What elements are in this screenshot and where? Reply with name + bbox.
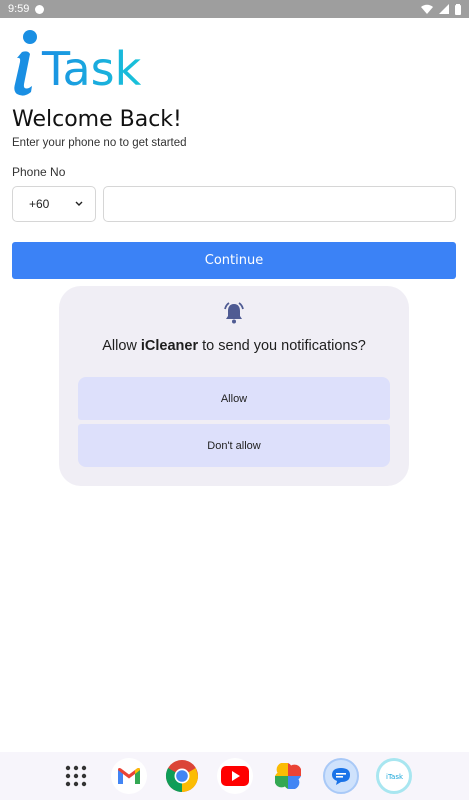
app-dock: iTask [0,752,469,800]
svg-text:iTask: iTask [386,773,403,781]
phone-label: Phone No [12,165,66,179]
notification-permission-dialog: Allow iCleaner to send you notifications… [59,286,409,486]
itask-icon[interactable]: iTask [375,758,412,794]
notification-dot-icon [35,4,45,14]
allow-button[interactable]: Allow [78,377,390,420]
phone-input[interactable] [103,186,456,222]
dialog-message: Allow iCleaner to send you notifications… [59,338,409,354]
battery-icon [455,3,461,15]
chevron-down-icon [75,201,83,206]
page-title: Welcome Back! [12,107,182,132]
signal-icon [439,4,449,14]
dialog-app-name: iCleaner [140,338,199,354]
notification-bell-icon [224,302,244,324]
dialog-message-suffix: to send you notifications? [198,338,366,354]
messages-icon[interactable] [322,758,359,794]
dialog-message-prefix: Allow [102,338,141,354]
status-bar: 9:59 [0,0,469,18]
wifi-icon [421,4,433,14]
page-subtitle: Enter your phone no to get started [12,137,187,149]
country-code-select[interactable]: +60 [12,186,96,222]
chrome-icon[interactable] [164,758,200,794]
dont-allow-button[interactable]: Don't allow [78,424,390,467]
itask-logo: Task [14,30,142,96]
status-time: 9:59 [8,3,30,15]
youtube-icon[interactable] [216,758,253,794]
app-drawer-icon[interactable] [58,758,94,794]
continue-button[interactable]: Continue [12,242,456,279]
country-code-value: +60 [29,197,50,211]
svg-text:Task: Task [41,42,142,96]
gmail-icon[interactable] [110,758,147,794]
photos-icon[interactable] [270,758,306,794]
